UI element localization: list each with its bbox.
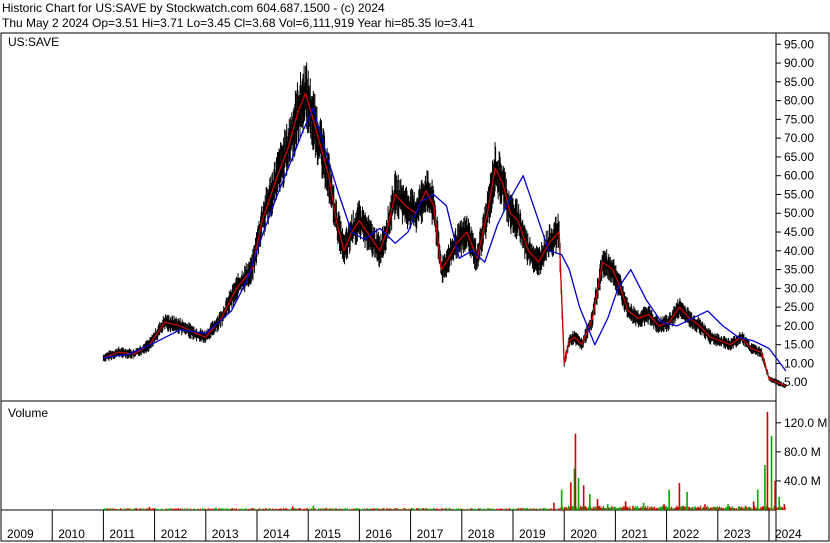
year-tick-label: 2014: [263, 527, 290, 541]
year-tick-label: 2024: [775, 527, 802, 541]
year-tick-label: 2018: [468, 527, 495, 541]
year-tick-label: 2019: [519, 527, 546, 541]
year-tick-label: 2016: [365, 527, 392, 541]
price-tick-label: 60.00: [784, 169, 814, 183]
price-tick-label: 45.00: [784, 225, 814, 239]
price-tick-label: 90.00: [784, 56, 814, 70]
volume-tick-label: 80.0 M: [784, 445, 821, 459]
price-tick-label: 15.00: [784, 338, 814, 352]
year-tick-label: 2021: [621, 527, 648, 541]
price-tick-label: 65.00: [784, 150, 814, 164]
volume-tick-label: 120.0 M: [784, 416, 827, 430]
price-tick-label: 40.00: [784, 244, 814, 258]
price-tick-label: 25.00: [784, 300, 814, 314]
price-tick-label: 80.00: [784, 94, 814, 108]
year-tick-label: 2023: [724, 527, 751, 541]
price-tick-label: 30.00: [784, 281, 814, 295]
year-tick-label: 2020: [570, 527, 597, 541]
year-tick-label: 2015: [314, 527, 341, 541]
volume-panel: [0, 400, 777, 511]
year-tick-label: 2022: [673, 527, 700, 541]
price-tick-label: 35.00: [784, 263, 814, 277]
price-tick-label: 55.00: [784, 187, 814, 201]
price-tick-label: 50.00: [784, 206, 814, 220]
year-tick-label: 2010: [58, 527, 85, 541]
year-tick-label: 2012: [161, 527, 188, 541]
price-tick-label: 10.00: [784, 356, 814, 370]
volume-tick-label: 40.0 M: [784, 474, 821, 488]
price-tick-label: 20.00: [784, 319, 814, 333]
price-tick-label: 70.00: [784, 131, 814, 145]
volume-label: Volume: [8, 406, 48, 420]
stock-chart: 95.00 90.00 85.00 80.00 75.00 70.00 65.00 60.00…: [0, 32, 830, 542]
symbol-label: US:SAVE: [8, 35, 59, 49]
year-tick-label: 2013: [212, 527, 239, 541]
price-tick-label: 85.00: [784, 75, 814, 89]
volume-axis: 120.0 M 80.0 M 40.0 M: [776, 416, 827, 488]
year-tick-label: 2017: [417, 527, 444, 541]
year-tick-label: 2009: [7, 527, 34, 541]
price-tick-label: 95.00: [784, 37, 814, 51]
price-tick-label: 5.00: [784, 375, 808, 389]
year-tick-label: 2011: [109, 527, 135, 541]
price-tick-label: 75.00: [784, 112, 814, 126]
